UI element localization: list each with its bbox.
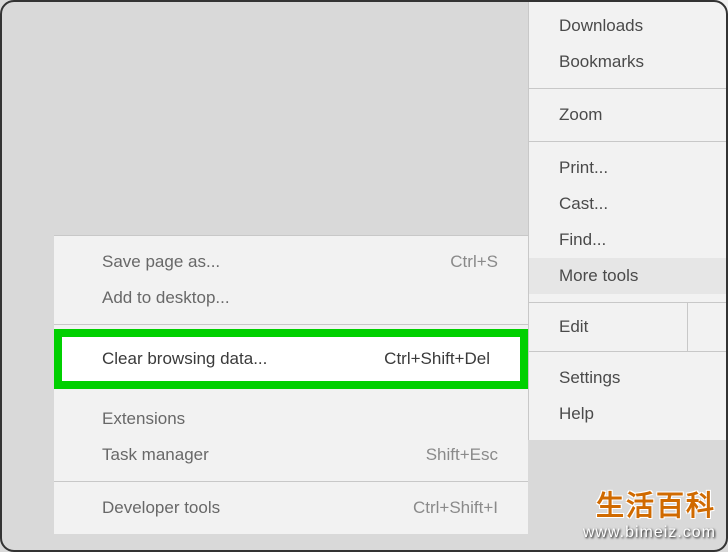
- bookmarks-label: Bookmarks: [559, 52, 644, 71]
- menu-item-edit-row: Edit: [529, 303, 728, 352]
- submenu-item-task-manager[interactable]: Task manager Shift+Esc: [54, 437, 528, 473]
- add-desktop-label: Add to desktop...: [102, 288, 230, 308]
- developer-tools-shortcut: Ctrl+Shift+I: [413, 498, 498, 518]
- menu-item-more-tools[interactable]: More tools: [529, 258, 728, 294]
- save-page-shortcut: Ctrl+S: [450, 252, 498, 272]
- menu-item-cast[interactable]: Cast...: [529, 186, 728, 222]
- edit-blank-cell: [688, 303, 728, 351]
- more-tools-label: More tools: [559, 266, 638, 285]
- downloads-label: Downloads: [559, 16, 643, 35]
- help-label: Help: [559, 404, 594, 423]
- submenu-item-clear-browsing[interactable]: Clear browsing data... Ctrl+Shift+Del: [62, 337, 520, 381]
- save-page-label: Save page as...: [102, 252, 220, 272]
- settings-label: Settings: [559, 368, 620, 387]
- find-label: Find...: [559, 230, 606, 249]
- highlight-box: Clear browsing data... Ctrl+Shift+Del: [54, 329, 528, 389]
- clear-browsing-shortcut: Ctrl+Shift+Del: [384, 349, 490, 369]
- watermark: 生活百科 www.bimeiz.com: [583, 484, 716, 542]
- chrome-main-menu: Downloads Bookmarks Zoom Print... Cast..…: [528, 0, 728, 440]
- menu-item-zoom[interactable]: Zoom: [529, 97, 728, 133]
- menu-item-print[interactable]: Print...: [529, 150, 728, 186]
- watermark-url: www.bimeiz.com: [583, 524, 716, 542]
- submenu-item-save-page[interactable]: Save page as... Ctrl+S: [54, 244, 528, 280]
- zoom-label: Zoom: [559, 105, 602, 124]
- menu-item-edit[interactable]: Edit: [529, 303, 688, 351]
- task-manager-label: Task manager: [102, 445, 209, 465]
- edit-label: Edit: [559, 317, 588, 336]
- menu-item-find[interactable]: Find...: [529, 222, 728, 258]
- extensions-label: Extensions: [102, 409, 185, 429]
- submenu-item-developer-tools[interactable]: Developer tools Ctrl+Shift+I: [54, 490, 528, 526]
- watermark-title: 生活百科: [583, 484, 716, 524]
- cast-label: Cast...: [559, 194, 608, 213]
- task-manager-shortcut: Shift+Esc: [426, 445, 498, 465]
- menu-item-settings[interactable]: Settings: [529, 360, 728, 396]
- submenu-item-add-desktop[interactable]: Add to desktop...: [54, 280, 528, 316]
- menu-item-help[interactable]: Help: [529, 396, 728, 432]
- print-label: Print...: [559, 158, 608, 177]
- clear-browsing-label: Clear browsing data...: [102, 349, 267, 369]
- more-tools-submenu: Save page as... Ctrl+S Add to desktop...…: [54, 235, 528, 534]
- submenu-item-extensions[interactable]: Extensions: [54, 401, 528, 437]
- developer-tools-label: Developer tools: [102, 498, 220, 518]
- menu-item-downloads[interactable]: Downloads: [529, 8, 728, 44]
- menu-item-bookmarks[interactable]: Bookmarks: [529, 44, 728, 80]
